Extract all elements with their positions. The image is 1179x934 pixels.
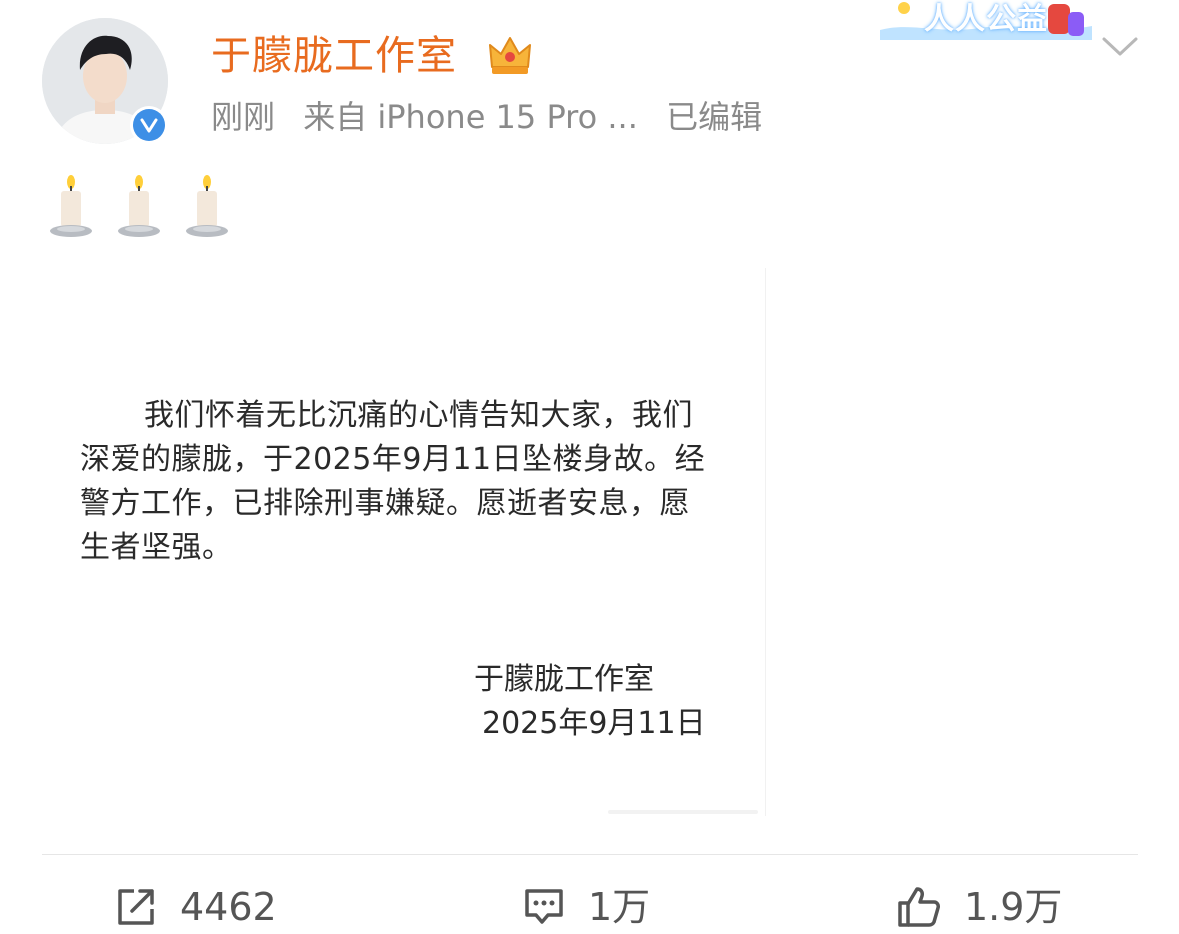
- comment-icon: [525, 889, 563, 924]
- post-edited[interactable]: 已编辑: [666, 98, 762, 136]
- post-meta: 刚刚 来自 iPhone 15 Pro ... 已编辑: [211, 95, 780, 139]
- verified-v-icon: [140, 118, 158, 133]
- username[interactable]: 于朦胧工作室: [211, 28, 457, 84]
- notice-image[interactable]: 我们怀着无比沉痛的心情告知大家，我们深爱的朦胧，于2025年9月11日坠楼身故。…: [40, 268, 766, 816]
- notice-edge: [765, 268, 766, 816]
- crown-icon[interactable]: [487, 33, 533, 77]
- repost-count: 4462: [180, 885, 277, 929]
- candle-icon: [186, 175, 228, 237]
- post-time: 刚刚: [211, 98, 276, 136]
- banner-text[interactable]: 人人公益: [924, 0, 1048, 38]
- candle-icon: [118, 175, 160, 237]
- charity-banner[interactable]: 人人公益: [880, 0, 1092, 40]
- like-button[interactable]: 1.9万: [896, 880, 1062, 934]
- comment-button[interactable]: 1万: [522, 880, 650, 934]
- post-source[interactable]: 来自 iPhone 15 Pro ...: [303, 98, 638, 136]
- verified-badge: [130, 106, 168, 144]
- like-count: 1.9万: [964, 885, 1063, 929]
- candle-icon: [50, 175, 92, 237]
- repost-button[interactable]: 4462: [114, 880, 277, 934]
- watermark-icon: [608, 810, 758, 814]
- comment-count: 1万: [588, 885, 651, 929]
- like-icon: [898, 887, 940, 927]
- notice-signature: 于朦胧工作室: [474, 662, 654, 697]
- notice-date: 2025年9月11日: [482, 706, 706, 741]
- chevron-down-icon[interactable]: [1100, 30, 1140, 62]
- notice-body: 我们怀着无比沉痛的心情告知大家，我们深爱的朦胧，于2025年9月11日坠楼身故。…: [80, 398, 706, 565]
- candle-emoji-row: [48, 174, 230, 240]
- action-divider: [42, 854, 1138, 855]
- share-icon: [118, 889, 154, 925]
